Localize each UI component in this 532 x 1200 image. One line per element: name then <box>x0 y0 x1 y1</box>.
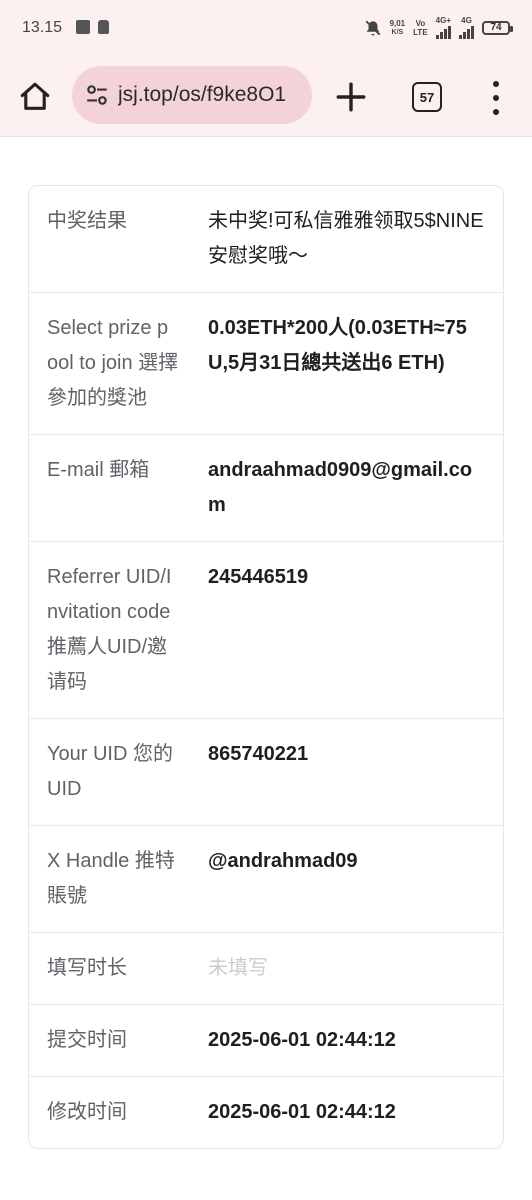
row-label: 提交时间 <box>47 1029 127 1051</box>
row-label: Referrer UID/Invitation code 推薦人UID/邀请码 <box>47 566 172 693</box>
row-value: 2025-06-01 02:44:12 <box>208 1101 396 1123</box>
row-label: X Handle 推特賬號 <box>47 850 175 907</box>
row-value: 245446519 <box>208 566 309 588</box>
submission-details-card: 中奖结果 未中奖!可私信雅雅领取5$NINE安慰奖哦～ Select prize… <box>28 185 504 1149</box>
row-label: 填写时长 <box>47 957 127 979</box>
new-tab-icon[interactable] <box>334 80 368 114</box>
more-menu-icon[interactable] <box>486 81 506 115</box>
gallery-notification-icon <box>76 20 90 34</box>
address-bar[interactable]: jsj.top/os/f9ke8O1 <box>72 66 312 124</box>
row-value: @andrahmad09 <box>208 850 358 872</box>
tab-switcher-button[interactable]: 57 <box>412 82 442 112</box>
browser-toolbar: jsj.top/os/f9ke8O1 57 <box>0 58 532 137</box>
url-text[interactable]: jsj.top/os/f9ke8O1 <box>118 83 286 107</box>
row-value: 865740221 <box>208 743 309 765</box>
detail-row-duration: 填写时长 未填写 <box>29 933 503 1005</box>
row-value: andraahmad0909@gmail.com <box>208 459 473 516</box>
status-indicators: 9,01 K/S Vo LTE 4G+ 4G 74 <box>364 16 513 39</box>
site-settings-icon[interactable] <box>84 82 110 108</box>
status-time: 13.15 <box>22 19 63 36</box>
detail-row-referrer: Referrer UID/Invitation code 推薦人UID/邀请码 … <box>29 542 503 719</box>
signal-sim2: 4G <box>459 16 474 39</box>
row-value: 0.03ETH*200人(0.03ETH≈75U,5月31日總共送出6 ETH) <box>208 317 467 374</box>
row-label: 中奖结果 <box>47 210 127 232</box>
notification-icons <box>76 20 109 34</box>
detail-row-result: 中奖结果 未中奖!可私信雅雅领取5$NINE安慰奖哦～ <box>29 186 503 293</box>
signal-sim1: 4G+ <box>436 16 451 39</box>
bell-muted-icon <box>365 20 380 35</box>
signal-bars-icon <box>435 25 451 39</box>
detail-row-prize-pool: Select prize pool to join 選擇參加的獎池 0.03ET… <box>29 293 503 435</box>
detail-row-submit-time: 提交时间 2025-06-01 02:44:12 <box>29 1005 503 1077</box>
detail-row-uid: Your UID 您的UID 865740221 <box>29 719 503 826</box>
status-bar: 13.15 9,01 K/S Vo LTE 4G+ 4G 74 <box>0 0 532 58</box>
row-value: 未填写 <box>208 957 268 979</box>
home-icon[interactable] <box>18 80 52 114</box>
battery-icon: 74 <box>482 20 513 35</box>
page-content: 中奖结果 未中奖!可私信雅雅领取5$NINE安慰奖哦～ Select prize… <box>0 137 532 1200</box>
clipboard-notification-icon <box>98 20 109 34</box>
row-label: Your UID 您的UID <box>47 743 173 800</box>
signal-bars-icon <box>459 25 474 39</box>
net-speed: 9,01 K/S <box>389 18 406 36</box>
row-label: Select prize pool to join 選擇參加的獎池 <box>47 317 179 409</box>
row-value: 未中奖!可私信雅雅领取5$NINE安慰奖哦～ <box>208 210 484 267</box>
detail-row-x-handle: X Handle 推特賬號 @andrahmad09 <box>29 826 503 933</box>
detail-row-modify-time: 修改时间 2025-06-01 02:44:12 <box>29 1077 503 1148</box>
volte-indicator: Vo LTE <box>413 18 428 37</box>
row-value: 2025-06-01 02:44:12 <box>208 1029 396 1051</box>
detail-row-email: E-mail 郵箱 andraahmad0909@gmail.com <box>29 435 503 542</box>
row-label: 修改时间 <box>47 1101 127 1123</box>
tab-count: 57 <box>419 89 435 105</box>
row-label: E-mail 郵箱 <box>47 459 150 481</box>
